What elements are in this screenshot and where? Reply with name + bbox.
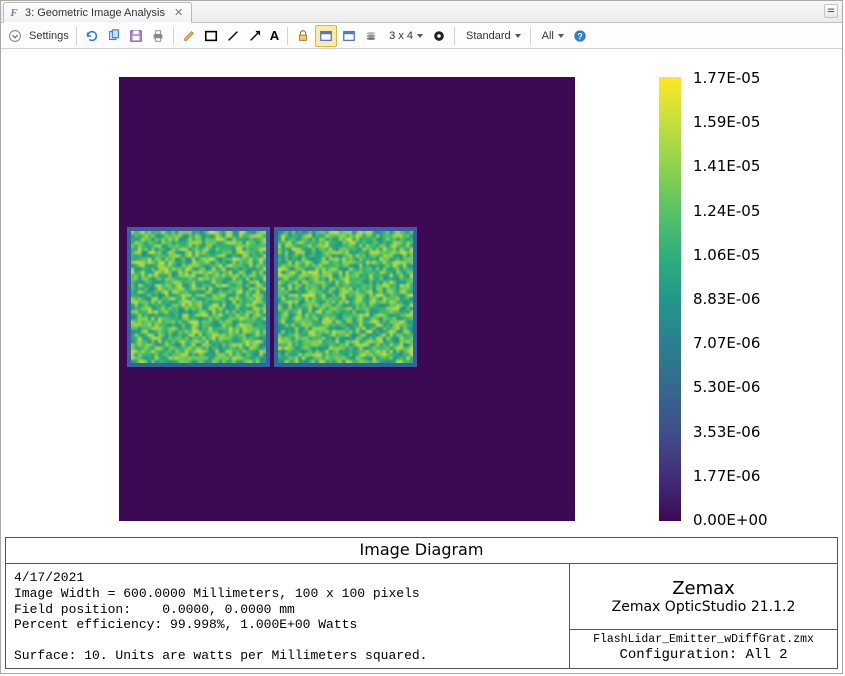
colorbar-tick: 0.00E+00	[693, 511, 768, 529]
pencil-icon[interactable]	[179, 25, 199, 47]
colorbar-tick: 1.06E-05	[693, 246, 768, 264]
app-icon: F	[8, 7, 20, 19]
arrow-icon[interactable]	[245, 25, 265, 47]
rectangle-icon[interactable]	[201, 25, 221, 47]
close-icon[interactable]: ✕	[174, 6, 183, 19]
colorbar-tick: 1.77E-05	[693, 69, 768, 87]
colorbar-tick: 8.83E-06	[693, 290, 768, 308]
colorbar-tick: 1.59E-05	[693, 113, 768, 131]
image-plot[interactable]	[119, 77, 575, 521]
toolbar: Settings A	[1, 23, 842, 49]
tab-geometric-image-analysis[interactable]: F 3: Geometric Image Analysis ✕	[3, 2, 192, 23]
settings-label[interactable]: Settings	[27, 30, 71, 42]
footer-info-text: 4/17/2021 Image Width = 600.0000 Millime…	[6, 564, 569, 668]
file-name: FlashLidar_Emitter_wDiffGrat.zmx	[570, 633, 837, 647]
colorbar-tick: 1.77E-06	[693, 467, 768, 485]
save-icon[interactable]	[126, 25, 146, 47]
window-icon[interactable]	[339, 25, 359, 47]
tab-title: 3: Geometric Image Analysis	[25, 7, 165, 19]
emitter-region-1	[127, 227, 270, 367]
plot-content: 1.77E-05 1.59E-05 1.41E-05 1.24E-05 1.06E-05…	[1, 49, 842, 545]
refresh-icon[interactable]	[82, 25, 102, 47]
colorbar-tick: 7.07E-06	[693, 334, 768, 352]
brand-version: Zemax OpticStudio 21.1.2	[612, 599, 796, 616]
target-icon[interactable]	[429, 25, 449, 47]
colorbar	[659, 77, 681, 521]
footer-panel: Image Diagram 4/17/2021 Image Width = 60…	[5, 537, 838, 669]
emitter-region-2	[274, 227, 417, 367]
footer-file-info: FlashLidar_Emitter_wDiffGrat.zmx Configu…	[570, 630, 837, 668]
grid-size-label: 3 x 4	[387, 30, 415, 42]
chevron-down-icon	[417, 34, 423, 38]
chevron-down-icon	[515, 34, 521, 38]
window-active-icon[interactable]	[315, 25, 337, 47]
colorbar-ticks: 1.77E-05 1.59E-05 1.41E-05 1.24E-05 1.06E-05…	[693, 69, 768, 529]
grid-size-dropdown[interactable]: 3 x 4	[383, 25, 427, 47]
dropdown-button[interactable]	[5, 25, 25, 47]
colorbar-tick: 5.30E-06	[693, 378, 768, 396]
stack-icon[interactable]	[361, 25, 381, 47]
colorbar-tick: 1.24E-05	[693, 202, 768, 220]
configuration-label: Configuration: All 2	[570, 647, 837, 664]
help-icon[interactable]: ?	[570, 25, 590, 47]
print-icon[interactable]	[148, 25, 168, 47]
chevron-down-icon	[558, 34, 564, 38]
tab-overflow-button[interactable]	[824, 4, 838, 18]
colorbar-tick: 3.53E-06	[693, 423, 768, 441]
line-icon[interactable]	[223, 25, 243, 47]
all-label: All	[540, 30, 556, 42]
colorbar-tick: 1.41E-05	[693, 157, 768, 175]
brand-name: Zemax	[672, 578, 735, 600]
standard-label: Standard	[464, 30, 513, 42]
all-dropdown[interactable]: All	[536, 25, 568, 47]
lock-icon[interactable]	[293, 25, 313, 47]
footer-brand: Zemax Zemax OpticStudio 21.1.2	[570, 564, 837, 630]
standard-dropdown[interactable]: Standard	[460, 25, 525, 47]
footer-title: Image Diagram	[6, 538, 837, 564]
tab-bar: F 3: Geometric Image Analysis ✕	[1, 1, 842, 23]
text-icon[interactable]: A	[267, 25, 282, 47]
copy-icon[interactable]	[104, 25, 124, 47]
svg-text:?: ?	[577, 31, 582, 41]
